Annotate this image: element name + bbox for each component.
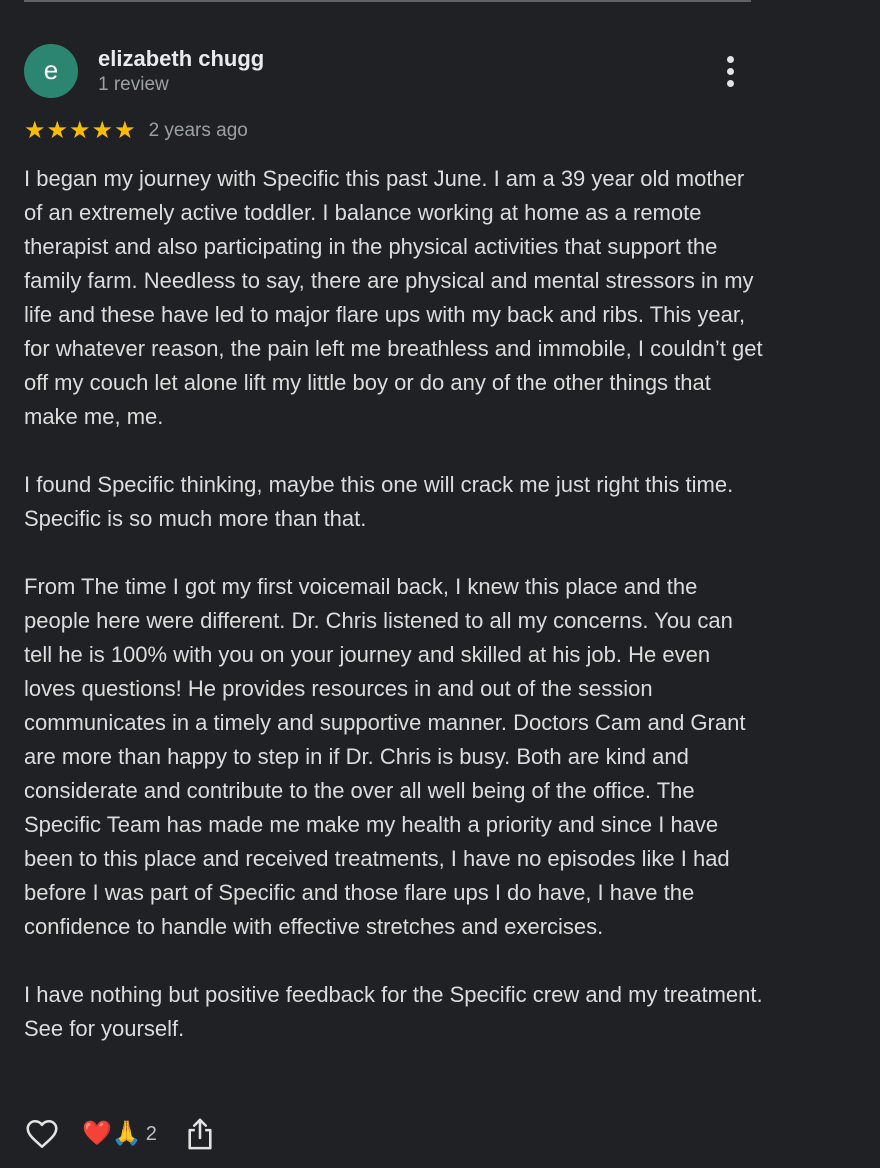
review-paragraph: I have nothing but positive feedback for… <box>24 982 763 1041</box>
like-button[interactable] <box>24 1116 60 1152</box>
reactions-button[interactable]: ❤️🙏 2 <box>82 1117 157 1151</box>
review-date: 2 years ago <box>148 120 248 141</box>
star-icon: ★ <box>91 117 114 144</box>
rating-row: ★ ★ ★ ★ ★ 2 years ago <box>24 116 248 146</box>
reviewer-name[interactable]: elizabeth chugg <box>98 46 264 72</box>
review-text: I began my journey with Specific this pa… <box>24 162 764 1046</box>
review-paragraph: From The time I got my first voicemail b… <box>24 574 746 939</box>
star-icon: ★ <box>24 117 46 144</box>
share-button[interactable] <box>184 1116 216 1152</box>
top-divider <box>24 0 751 2</box>
review-paragraph: I began my journey with Specific this pa… <box>24 166 763 429</box>
reaction-count: 2 <box>145 1122 157 1145</box>
review-paragraph: I found Specific thinking, maybe this on… <box>24 472 734 531</box>
avatar[interactable]: e <box>24 44 78 98</box>
star-icon: ★ <box>69 117 91 144</box>
heart-outline-icon <box>26 1119 58 1149</box>
star-icon: ★ <box>46 117 69 144</box>
more-options-button[interactable] <box>718 52 744 92</box>
review-header: e elizabeth chugg 1 review <box>24 44 751 100</box>
reaction-emojis: ❤️🙏 <box>82 1120 142 1147</box>
review-actions: ❤️🙏 2 <box>24 1112 424 1158</box>
more-vert-icon-dot <box>727 80 734 87</box>
star-rating: ★ ★ ★ ★ ★ <box>24 117 136 145</box>
more-vert-icon-dot <box>727 68 734 75</box>
star-icon: ★ <box>114 117 136 144</box>
more-vert-icon <box>727 56 734 63</box>
share-icon <box>188 1118 212 1150</box>
review-count[interactable]: 1 review <box>98 74 169 96</box>
